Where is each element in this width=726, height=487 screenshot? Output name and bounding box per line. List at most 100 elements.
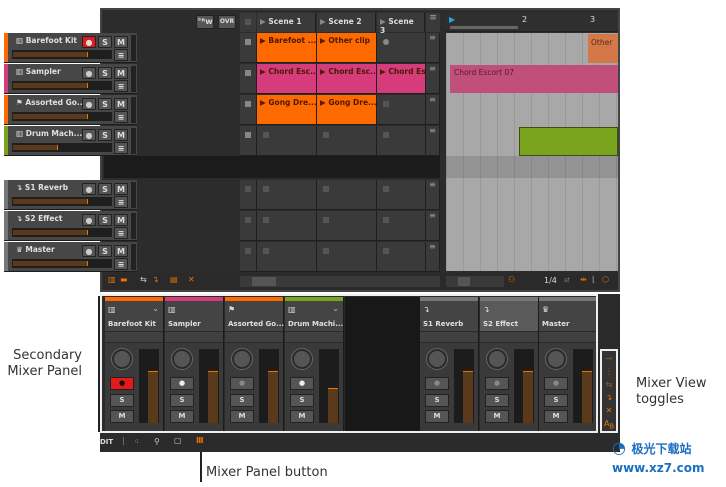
solo-button[interactable]: S [98,98,112,110]
arranger-timeline[interactable]: Other Chord Escort 07 [446,33,618,271]
io-toggle-icon[interactable]: ⊸ [602,352,616,365]
empty-clip-slot[interactable] [377,126,426,156]
volume-slider[interactable] [12,81,112,90]
grid-value[interactable]: 1/4 [544,276,557,285]
track-menu-button[interactable]: ≡ [114,258,128,270]
sends-icon[interactable]: ↴ [152,275,159,284]
empty-clip-slot[interactable] [377,33,426,63]
mute-button[interactable]: M [114,245,128,257]
volume-slider[interactable] [12,50,112,59]
crossfade-icon[interactable]: ▤ [170,275,178,284]
arranger-clip-drums[interactable] [519,127,618,156]
mute-button[interactable]: M [114,183,128,195]
arranger-clip-other[interactable]: Other [588,34,618,63]
solo-button[interactable]: S [98,214,112,226]
track-header[interactable]: ↴ S2 Effect ● S M ≡ [4,211,137,241]
scene-menu-icon[interactable]: ≡ [426,13,440,32]
empty-clip-slot[interactable] [317,211,377,241]
record-arm-button[interactable]: ● [82,67,96,79]
volume-slider[interactable] [12,112,112,121]
track-clip-menu-icon[interactable]: ≡ [426,33,440,63]
stop-cell[interactable] [240,33,257,63]
track-header[interactable]: ↴ S1 Reverb ● S M ≡ [4,180,137,210]
track-header[interactable]: ⚑ Assorted Go... ● S M ≡ [4,95,137,125]
edit-tab[interactable]: DIT [100,438,113,446]
track-clip-menu-icon[interactable]: ≡ [426,126,440,156]
arranger-scrollbar[interactable] [446,276,504,287]
snap-icon[interactable]: ⇹ [580,275,587,284]
track-clip-menu-icon[interactable]: ≡ [426,211,440,241]
track-clip-menu-icon[interactable]: ≡ [426,95,440,125]
return-toggle-icon[interactable]: ↴ [602,391,616,404]
solo-button[interactable]: S [98,129,112,141]
mute-button[interactable]: M [114,67,128,79]
cube-icon[interactable]: ⬡ [602,275,609,284]
automation-write-button[interactable]: °ᴿw [196,15,214,29]
sends-toggle-icon[interactable]: ⇆ [602,378,616,391]
solo-button[interactable]: S [98,36,112,48]
clip[interactable]: ▶ Other clip [317,33,377,63]
empty-clip-slot[interactable] [377,211,426,241]
fx-icon[interactable]: ✕ [188,275,195,284]
device-icon[interactable]: ⚲ [154,437,160,446]
mute-button[interactable]: M [114,98,128,110]
scene-3-launch[interactable]: ▶ Scene 3 [377,13,425,35]
volume-slider[interactable] [12,259,112,268]
empty-clip-slot[interactable] [257,242,317,272]
empty-clip-slot[interactable] [377,180,426,210]
empty-clip-slot[interactable] [317,126,377,156]
empty-clip-slot[interactable] [257,211,317,241]
mute-button[interactable]: M [114,214,128,226]
solo-button[interactable]: S [98,183,112,195]
stop-cell[interactable] [240,180,257,210]
stop-cell[interactable] [240,211,257,241]
clip[interactable]: ▶ Gong Dre... [257,95,317,125]
grid-icon[interactable]: ⚇ [508,275,515,284]
track-clip-menu-icon[interactable]: ≡ [426,242,440,272]
detail-panel-icon[interactable]: ▢ [174,436,182,445]
marker-icon[interactable]: ⌊ [592,275,595,284]
launcher-scrollbar[interactable] [240,276,440,287]
track-clip-menu-icon[interactable]: ≡ [426,64,440,94]
mixer-panel-button[interactable]: Ⅲ [196,436,204,445]
record-arm-button[interactable]: ● [82,183,96,195]
track-menu-button[interactable]: ≡ [114,80,128,92]
clip[interactable]: ▶ Chord Esc... [257,64,317,94]
empty-clip-slot[interactable] [257,180,317,210]
arranger-ruler[interactable]: ▶ 2 3 [446,13,618,32]
clip[interactable]: ▶ Chord Esc... [317,64,377,94]
track-header[interactable]: ▥ Barefoot Kit ● S M ≡ [4,33,137,63]
stop-cell[interactable] [240,126,257,156]
crossfader-toggle-icon[interactable]: ✕ [602,404,616,417]
stop-all-cell[interactable] [240,13,256,32]
track-header[interactable]: ▥ Sampler ● S M ≡ [4,64,137,94]
record-arm-button[interactable]: ● [82,98,96,110]
arranger-clip-chord-escort[interactable]: Chord Escort 07 [450,65,618,93]
io-icon[interactable]: ⇆ [140,275,147,284]
track-header[interactable]: ▥ Drum Mach... ● S M ≡ [4,126,137,156]
solo-button[interactable]: S [98,67,112,79]
record-arm-button[interactable]: ● [82,36,96,48]
automation-icon[interactable]: ⁖ [134,437,139,446]
loop-region[interactable] [450,26,518,29]
scene-1-launch[interactable]: ▶ Scene 1 [257,13,316,32]
empty-clip-slot[interactable] [257,126,317,156]
volume-slider[interactable] [12,197,112,206]
clip[interactable]: ▶ Barefoot ... [257,33,317,63]
solo-button[interactable]: S [98,245,112,257]
record-arm-button[interactable]: ● [82,129,96,141]
record-arm-button[interactable]: ● [82,214,96,226]
empty-clip-slot[interactable] [377,95,426,125]
track-header[interactable]: ♛ Master ● S M ≡ [4,242,137,272]
overdub-button[interactable]: OVR [218,15,236,29]
track-menu-button[interactable]: ≡ [114,196,128,208]
inserts-toggle-icon[interactable]: ⋮ [602,365,616,378]
track-menu-button[interactable]: ≡ [114,227,128,239]
track-menu-button[interactable]: ≡ [114,111,128,123]
clip[interactable]: ▶ Gong Dre... [317,95,377,125]
ab-toggle-icon[interactable]: AB [602,417,616,434]
stop-cell[interactable] [240,242,257,272]
track-clip-menu-icon[interactable]: ≡ [426,180,440,210]
clip[interactable]: ▶ Chord Esc [377,64,426,94]
stop-cell[interactable] [240,95,257,125]
